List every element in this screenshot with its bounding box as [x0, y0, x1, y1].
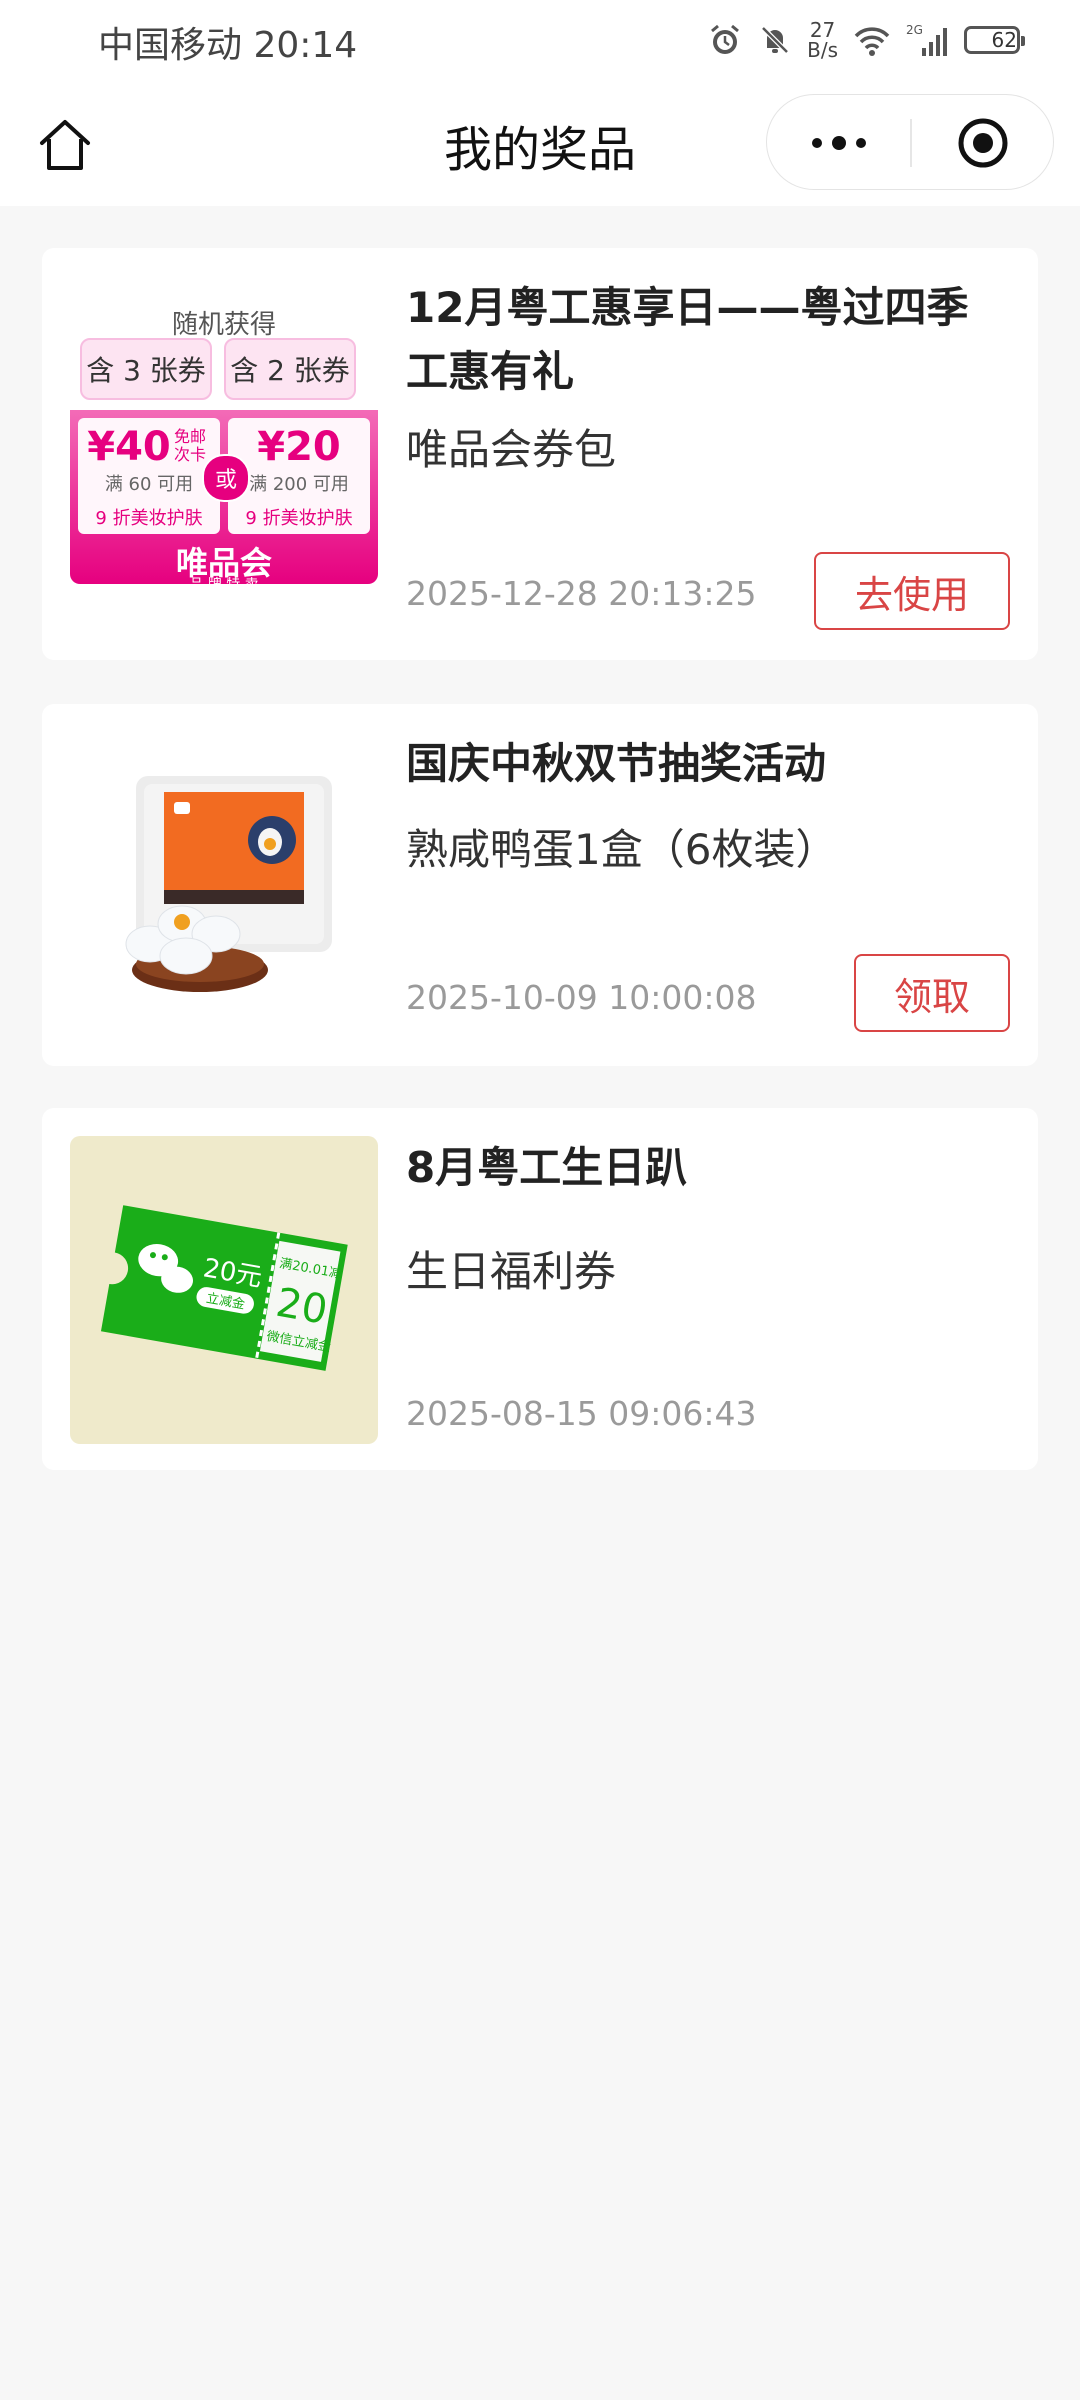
- target-close-icon: [958, 118, 1008, 168]
- prize-subtitle: 唯品会券包: [406, 425, 617, 474]
- prize-subtitle: 熟咸鸭蛋1盒（6枚装）: [406, 825, 838, 874]
- wechat-coupon-image: 20元 立减金 满20.01减 20 微信立减金: [100, 1205, 348, 1371]
- battery-level: 62: [991, 28, 1017, 52]
- prize-title: 国庆中秋双节抽奖活动: [406, 739, 827, 788]
- carrier-time: 中国移动 20:14: [98, 25, 358, 66]
- prize-title: 12月粤工惠享日——粤过四季工惠有礼: [406, 283, 969, 396]
- use-button[interactable]: 去使用: [814, 552, 1010, 630]
- prize-card[interactable]: 国庆中秋双节抽奖活动 熟咸鸭蛋1盒（6枚装） 2025-10-09 10:00:…: [42, 704, 1038, 1066]
- network-type: 2G: [906, 23, 923, 37]
- prize-card[interactable]: 20元 立减金 满20.01减 20 微信立减金 8月粤工生日趴 生日福利券 2…: [42, 1108, 1038, 1470]
- prize-date: 2025-10-09 10:00:08: [406, 978, 757, 1017]
- coupon-extra-left: 免邮次卡: [173, 427, 206, 464]
- wifi-icon: [852, 22, 892, 58]
- claim-button[interactable]: 领取: [854, 954, 1010, 1032]
- coupon-amount-right: ¥20: [257, 424, 341, 470]
- duck-egg-thumbnail: [70, 732, 378, 1040]
- more-button[interactable]: [767, 95, 911, 191]
- coupon-cond-left: 满 60 可用: [104, 474, 194, 495]
- net-speed-unit: B/s: [807, 38, 838, 62]
- mute-bell-icon: [757, 22, 793, 58]
- mini-program-capsule: [766, 94, 1054, 190]
- coupon-bonus-right: 9 折美妆护肤: [245, 508, 353, 529]
- prize-date: 2025-12-28 20:13:25: [406, 574, 757, 613]
- prize-date: 2025-08-15 09:06:43: [406, 1394, 757, 1433]
- thumb-tag-right: 含 2 张券: [224, 338, 356, 400]
- wechat-coupon-thumbnail: 20元 立减金 满20.01减 20 微信立减金: [70, 1136, 378, 1444]
- vip-coupon-thumbnail: 随机获得 含 3 张券 含 2 张券 ¥40 免邮次卡 满 60 可用 9 折美…: [70, 276, 378, 584]
- wechat-amount-big: 20: [273, 1280, 331, 1334]
- status-bar: 中国移动 20:14 27 B/s 2G 62: [0, 0, 1080, 80]
- nav-bar: 我的奖品: [0, 80, 1080, 206]
- net-speed-value: 27: [809, 18, 836, 42]
- net-speed: 27 B/s: [807, 20, 838, 60]
- prize-subtitle: 生日福利券: [406, 1247, 617, 1296]
- or-badge: 或: [202, 454, 250, 502]
- thumb-tag-left: 含 3 张券: [80, 338, 212, 400]
- more-dots-icon: [812, 136, 866, 150]
- signal-icon: 2G: [906, 22, 950, 58]
- brand-slogan: 品 牌 特 卖: [70, 574, 378, 584]
- coupon-bonus-left: 9 折美妆护肤: [95, 508, 203, 529]
- coupon-panel-left: ¥40 免邮次卡 满 60 可用 9 折美妆护肤: [78, 418, 220, 534]
- alarm-icon: [707, 22, 743, 58]
- close-mini-program-button[interactable]: [913, 95, 1053, 191]
- salted-egg-box-image: [125, 776, 332, 992]
- status-icons: 27 B/s 2G 62: [707, 14, 1025, 66]
- prize-title: 8月粤工生日趴: [406, 1143, 688, 1192]
- prize-card[interactable]: 随机获得 含 3 张券 含 2 张券 ¥40 免邮次卡 满 60 可用 9 折美…: [42, 248, 1038, 660]
- capsule-divider: [910, 119, 912, 167]
- battery-indicator: 62: [964, 26, 1025, 54]
- thumb-heading: 随机获得: [171, 310, 276, 340]
